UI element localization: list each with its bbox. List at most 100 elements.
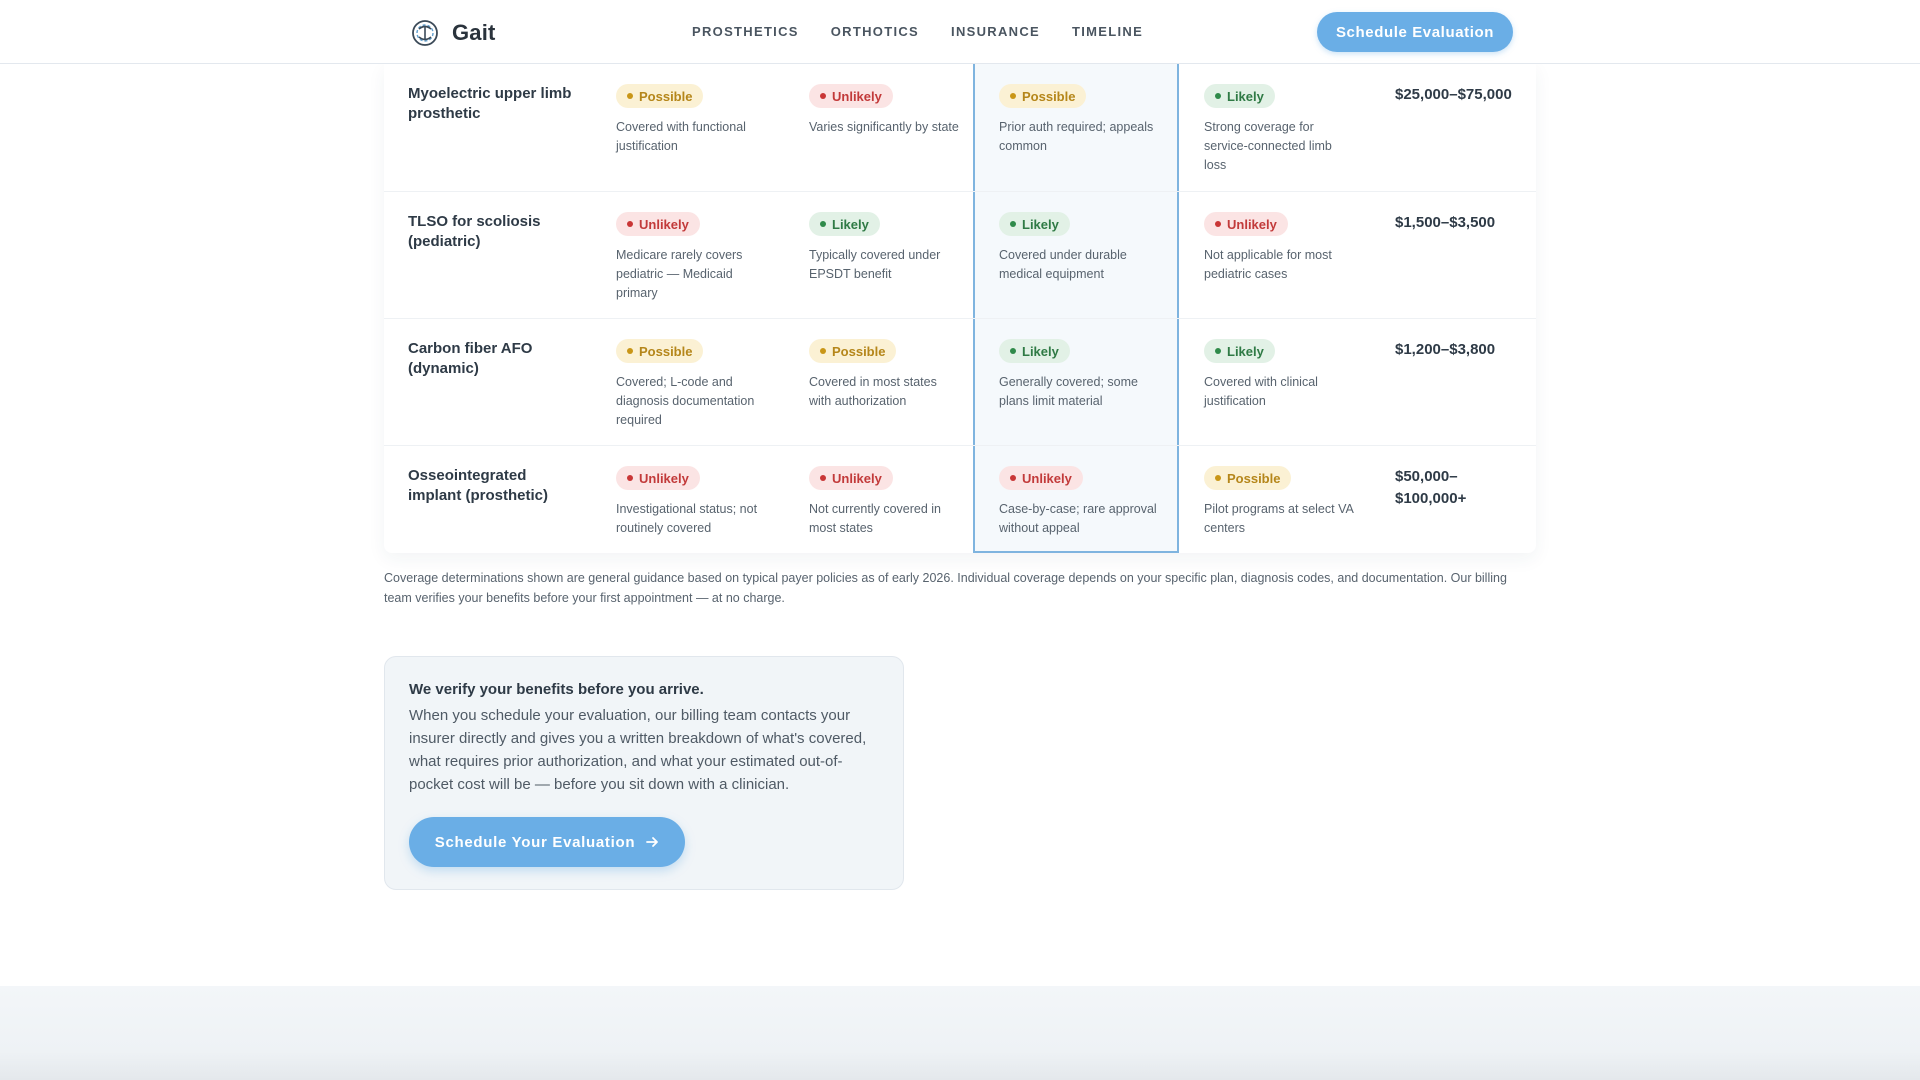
nav-orthotics[interactable]: ORTHOTICS — [831, 24, 919, 39]
coverage-note: Covered with clinical justification — [1204, 375, 1318, 408]
status-dot-icon — [627, 475, 633, 481]
brand[interactable]: Gait — [410, 18, 496, 48]
status-badge: Possible — [1204, 466, 1292, 490]
coverage-cell: Likely Typically covered under EPSDT bene… — [809, 212, 959, 284]
status-badge: Possible — [616, 339, 704, 363]
status-badge: Likely — [809, 212, 880, 236]
coverage-note: Prior auth required; appeals common — [999, 120, 1154, 153]
coverage-cell: Possible Covered with functional justific… — [616, 84, 766, 156]
status-badge: Unlikely — [809, 466, 893, 490]
coverage-cell: Unlikely Not currently covered in most st… — [809, 466, 959, 538]
status-badge: Likely — [1204, 84, 1275, 108]
nav-timeline[interactable]: TIMELINE — [1072, 24, 1143, 39]
coverage-disclaimer: Coverage determinations shown are genera… — [384, 571, 1507, 605]
status-label: Likely — [1227, 343, 1264, 359]
table-row: TLSO for scoliosis (pediatric) Unlikely Me… — [384, 192, 1536, 319]
site-header: Gait PROSTHETICS ORTHOTICS INSURANCE TIM… — [0, 0, 1920, 64]
coverage-note: Not applicable for most pediatric cases — [1204, 248, 1332, 281]
benefits-verification-card: We verify your benefits before you arriv… — [384, 656, 904, 890]
coverage-cell: Likely Covered under durable medical equi… — [999, 212, 1169, 284]
coverage-cell: Possible Pilot programs at select VA cent… — [1204, 466, 1354, 538]
coverage-note: Covered under durable medical equipment — [999, 248, 1127, 281]
status-badge: Possible — [999, 84, 1087, 108]
table-row: Myoelectric upper limb prosthetic Possibl… — [384, 64, 1536, 192]
status-dot-icon — [1010, 221, 1016, 227]
coverage-note: Investigational status; not routinely co… — [616, 502, 758, 535]
coverage-cell: Unlikely Not applicable for most pediatri… — [1204, 212, 1354, 284]
nav-prosthetics[interactable]: PROSTHETICS — [692, 24, 799, 39]
benefits-body: When you schedule your evaluation, our b… — [409, 707, 867, 793]
coverage-note: Varies significantly by state — [809, 120, 959, 134]
coverage-cell: Possible Prior auth required; appeals com… — [999, 84, 1169, 156]
coverage-cell: Likely Covered with clinical justificatio… — [1204, 339, 1354, 411]
table-row: Osseointegrated implant (prosthetic) Unli… — [384, 446, 1536, 553]
status-badge: Unlikely — [809, 84, 893, 108]
coverage-cell: Likely Strong coverage for service-connec… — [1204, 84, 1354, 175]
coverage-cell: Possible Covered; L-code and diagnosis do… — [616, 339, 766, 430]
status-label: Possible — [1022, 88, 1076, 104]
status-label: Possible — [639, 343, 693, 359]
coverage-note: Pilot programs at select VA centers — [1204, 502, 1354, 535]
device-name: Myoelectric upper limb prosthetic — [408, 85, 572, 122]
status-badge: Possible — [809, 339, 897, 363]
status-label: Likely — [832, 216, 869, 232]
device-name: TLSO for scoliosis (pediatric) — [408, 213, 541, 250]
status-dot-icon — [627, 93, 633, 99]
status-label: Likely — [1227, 88, 1264, 104]
status-badge: Unlikely — [999, 466, 1083, 490]
footer-band — [0, 986, 1920, 1080]
schedule-your-evaluation-button[interactable]: Schedule Your Evaluation — [409, 817, 685, 867]
coverage-table: Myoelectric upper limb prosthetic Possibl… — [384, 64, 1536, 553]
status-badge: Possible — [616, 84, 704, 108]
status-dot-icon — [1215, 221, 1221, 227]
status-dot-icon — [1215, 348, 1221, 354]
cost-range: $25,000–$75,000 — [1395, 86, 1512, 103]
schedule-evaluation-button[interactable]: Schedule Evaluation — [1317, 12, 1513, 52]
status-badge: Unlikely — [616, 212, 700, 236]
coverage-note: Strong coverage for service-connected li… — [1204, 120, 1332, 172]
status-label: Possible — [1227, 470, 1281, 486]
device-name: Osseointegrated implant (prosthetic) — [408, 467, 549, 504]
coverage-note: Covered with functional justification — [616, 120, 746, 153]
coverage-cell: Likely Generally covered; some plans limi… — [999, 339, 1169, 411]
coverage-note: Not currently covered in most states — [809, 502, 942, 535]
nav-insurance[interactable]: INSURANCE — [951, 24, 1040, 39]
coverage-cell: Possible Covered in most states with auth… — [809, 339, 959, 411]
status-dot-icon — [1215, 93, 1221, 99]
status-label: Unlikely — [639, 216, 689, 232]
status-label: Likely — [1022, 343, 1059, 359]
coverage-note: Generally covered; some plans limit mate… — [999, 375, 1138, 408]
status-dot-icon — [820, 348, 826, 354]
coverage-note: Medicare rarely covers pediatric — Medic… — [616, 248, 743, 300]
status-badge: Unlikely — [616, 466, 700, 490]
benefits-title: We verify your benefits before you arriv… — [409, 681, 704, 698]
status-dot-icon — [820, 93, 826, 99]
coverage-cell: Unlikely Varies significantly by state — [809, 84, 959, 137]
coverage-cell: Unlikely Case-by-case; rare approval with… — [999, 466, 1169, 538]
brand-name: Gait — [452, 20, 496, 45]
status-label: Likely — [1022, 216, 1059, 232]
cost-range: $1,200–$3,800 — [1395, 341, 1496, 358]
schedule-your-evaluation-label: Schedule Your Evaluation — [434, 833, 636, 851]
coverage-note: Case-by-case; rare approval without appe… — [999, 502, 1157, 535]
status-label: Unlikely — [1022, 470, 1072, 486]
cost-range: $1,500–$3,500 — [1395, 214, 1496, 231]
coverage-cell: Unlikely Medicare rarely covers pediatric… — [616, 212, 766, 303]
arrow-right-icon — [646, 837, 659, 847]
coverage-note: Typically covered under EPSDT benefit — [809, 248, 941, 281]
main-nav: PROSTHETICS ORTHOTICS INSURANCE TIMELINE — [692, 24, 1143, 39]
status-label: Possible — [832, 343, 886, 359]
status-badge: Likely — [999, 212, 1070, 236]
status-badge: Likely — [999, 339, 1070, 363]
device-name: Carbon fiber AFO (dynamic) — [408, 340, 533, 377]
status-dot-icon — [1010, 93, 1016, 99]
status-dot-icon — [1010, 348, 1016, 354]
status-badge: Unlikely — [1204, 212, 1288, 236]
status-label: Unlikely — [832, 88, 882, 104]
status-dot-icon — [820, 221, 826, 227]
status-badge: Likely — [1204, 339, 1275, 363]
status-label: Possible — [639, 88, 693, 104]
status-dot-icon — [820, 475, 826, 481]
cost-range: $50,000–$100,000+ — [1395, 468, 1467, 507]
coverage-note: Covered in most states with authorizatio… — [809, 375, 937, 408]
